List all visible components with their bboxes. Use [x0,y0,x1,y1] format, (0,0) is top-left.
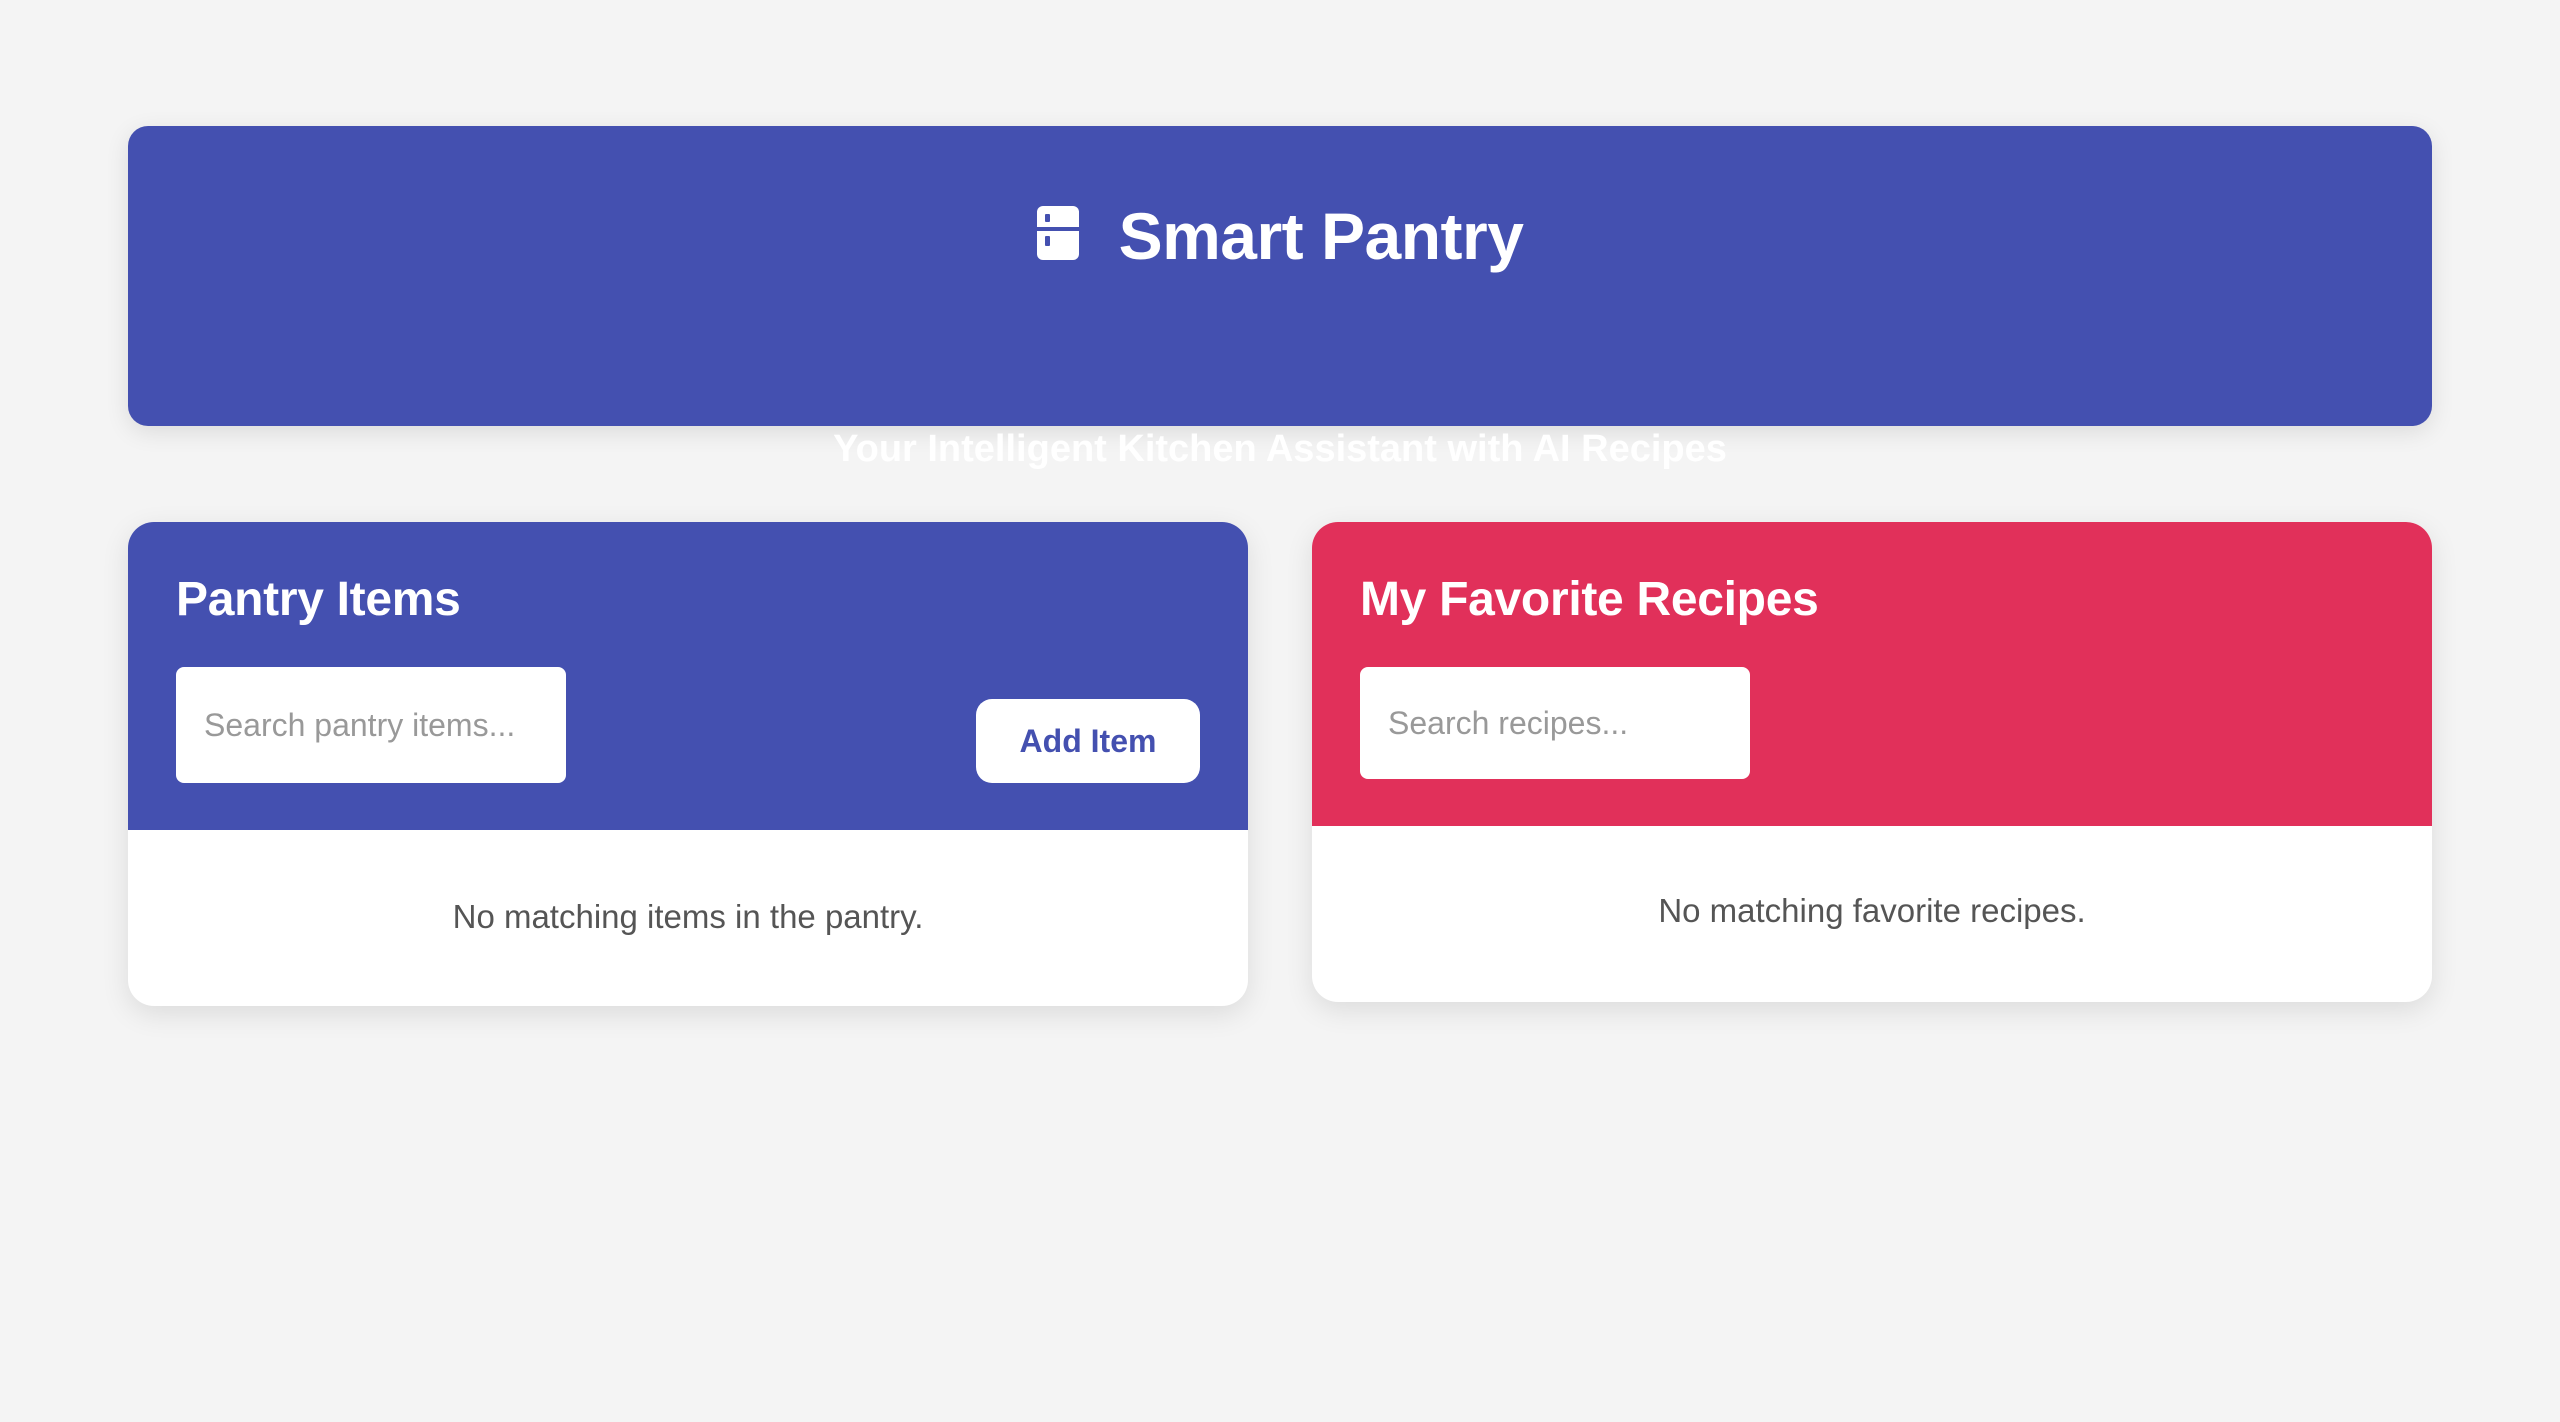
add-item-button[interactable]: Add Item [976,699,1200,783]
recipes-title: My Favorite Recipes [1360,573,1819,626]
recipes-search-input[interactable] [1360,667,1750,779]
pantry-empty-message: No matching items in the pantry. [452,898,924,935]
page: Smart Pantry Your Intelligent Kitchen As… [0,0,2560,1422]
recipes-empty-message: No matching favorite recipes. [1658,892,2086,929]
pantry-card: Pantry Items Add Item No matching items … [128,522,1248,1006]
pantry-card-header: Pantry Items Add Item [128,522,1248,830]
title-row: Smart Pantry [128,186,2432,286]
app-header: Smart Pantry Your Intelligent Kitchen As… [128,126,2432,470]
recipes-card-header: My Favorite Recipes [1312,522,2432,826]
pantry-title: Pantry Items [176,573,461,626]
app-title: Smart Pantry [1118,199,1524,273]
pantry-search-input[interactable] [176,667,566,783]
recipes-card: My Favorite Recipes No matching favorite… [1312,522,2432,1002]
fridge-icon [1036,206,1079,260]
app-subtitle: Your Intelligent Kitchen Assistant with … [833,428,1727,470]
